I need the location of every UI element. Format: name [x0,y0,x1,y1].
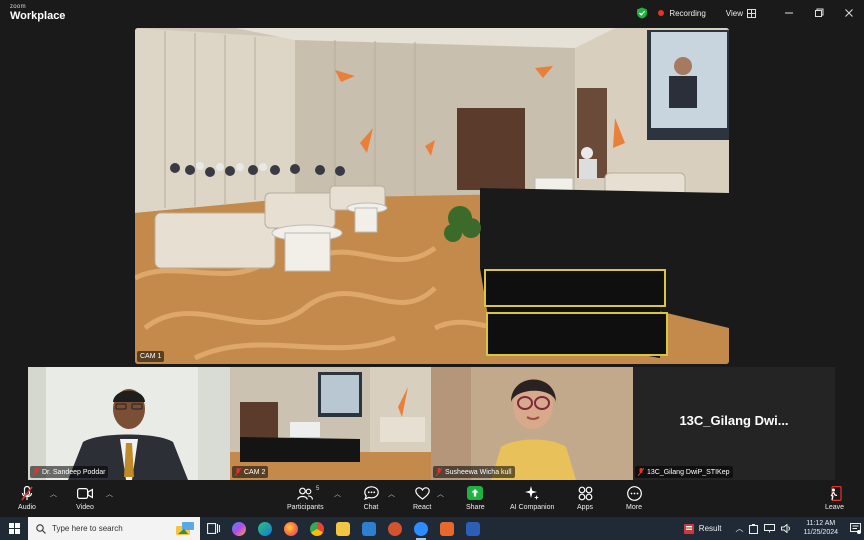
network-icon[interactable] [764,524,776,533]
participants-icon [297,487,314,500]
mic-muted-icon [436,468,442,476]
copilot-icon [232,521,246,536]
participant-name-label: Dr. Sandeep Poddar [30,466,109,478]
meeting-controls: Audio ︿ Video ︿ Participants 5 ︿ Chat ︿ … [0,483,864,517]
participant-display-name: 13C_Gilang Dwi... [679,413,789,428]
edge-icon [258,521,272,536]
word-icon [466,521,480,536]
react-options-chevron-icon[interactable]: ︿ [437,489,444,499]
firefox-icon [284,521,298,536]
taskbar-app-paint[interactable] [356,517,382,540]
taskbar-app-powerpoint[interactable] [382,517,408,540]
participant-tile[interactable]: Susheewa Wicha kull [431,367,633,480]
tray-result-text[interactable]: Result [699,524,722,533]
windows-logo-icon [8,523,20,534]
mic-muted-icon [235,468,241,476]
participants-options-chevron-icon[interactable]: ︿ [334,489,341,499]
taskbar-app-chrome[interactable] [304,517,330,540]
minimize-button[interactable] [774,0,804,26]
ai-companion-button[interactable]: AI Companion [510,485,554,511]
video-button[interactable]: Video [76,485,94,511]
folder-icon [336,521,350,536]
taskbar-app-office[interactable] [434,517,460,540]
view-button[interactable]: View [726,8,756,18]
start-button[interactable] [0,517,28,540]
paint-icon [362,521,376,536]
taskbar-search-box[interactable]: Type here to search [28,517,200,540]
participant-tile[interactable]: 13C_Gilang Dwi... 13C_Gilang DwiP_STIKep [633,367,835,480]
shield-icon[interactable] [636,7,648,19]
mic-muted-icon [638,468,644,476]
taskbar-app-file-explorer[interactable] [330,517,356,540]
restore-icon [815,8,824,17]
participant-name-label: CAM 2 [232,466,269,478]
search-icon [36,523,46,534]
zoom-logo: zoom Workplace [10,4,66,22]
taskbar-app-firefox[interactable] [278,517,304,540]
main-video-feed[interactable]: CAM 1 [135,28,729,364]
close-button[interactable] [834,0,864,26]
taskbar-app-edge[interactable] [252,517,278,540]
chrome-icon [310,521,324,536]
powerpoint-icon [388,521,402,536]
task-view-icon [206,523,220,534]
more-icon [626,485,642,501]
grid-icon [747,8,756,18]
windows-taskbar: Type here to search Result ︿ 11:12 AM 11… [0,517,864,540]
participant-tile[interactable]: CAM 2 [230,367,431,480]
taskbar-app-word[interactable] [460,517,486,540]
recording-dot-icon [658,10,665,16]
taskbar-app-copilot[interactable] [226,517,252,540]
react-button[interactable]: React [413,485,431,511]
system-tray: Result ︿ 11:12 AM 11/25/2024 [683,517,864,540]
search-highlight-icon [176,522,194,535]
participant-video [431,367,633,480]
title-bar: zoom Workplace Recording View [0,0,864,26]
participant-name-label: 13C_Gilang DwiP_STIKep [635,466,733,478]
notification-icon [849,523,861,534]
chat-options-chevron-icon[interactable]: ︿ [388,489,395,499]
minimize-icon [785,12,793,14]
mic-muted-icon [21,485,33,500]
sparkle-icon [525,486,540,500]
chat-button[interactable]: Chat [362,485,380,511]
participant-video [28,367,230,480]
gallery-strip: Dr. Sandeep Poddar CAM 2 Susheewa Wicha … [28,367,835,480]
leave-icon [830,485,842,501]
conference-hall-scene [135,28,729,364]
heart-icon [414,486,430,500]
recording-label[interactable]: Recording [669,9,705,18]
battery-icon[interactable] [749,523,759,534]
news-icon[interactable] [683,523,694,534]
more-button[interactable]: More [625,485,643,511]
taskbar-app-zoom[interactable] [408,517,434,540]
camera-icon [77,487,93,499]
main-video-label: CAM 1 [137,351,165,362]
zoom-window: zoom Workplace Recording View CAM 1 Dr. … [0,0,864,540]
participants-count: 5 [316,486,320,492]
video-options-chevron-icon[interactable]: ︿ [106,489,113,499]
share-button[interactable]: Share [466,485,485,511]
close-icon [845,9,853,17]
office-icon [440,521,454,536]
participant-video [230,367,431,480]
zoom-icon [414,521,428,536]
apps-icon [578,486,592,500]
taskbar-clock[interactable]: 11:12 AM 11/25/2024 [803,520,838,536]
leave-button[interactable]: Leave [825,485,844,511]
notifications-button[interactable] [846,517,864,540]
tray-overflow-chevron-icon[interactable]: ︿ [735,523,743,534]
apps-button[interactable]: Apps [576,485,594,511]
audio-options-chevron-icon[interactable]: ︿ [50,489,57,499]
share-screen-icon [467,486,484,500]
mic-muted-icon [33,468,39,476]
chat-icon [363,486,379,500]
maximize-button[interactable] [804,0,834,26]
task-view-button[interactable] [200,517,226,540]
volume-icon[interactable] [781,524,791,533]
search-placeholder: Type here to search [52,524,123,533]
participant-tile[interactable]: Dr. Sandeep Poddar [28,367,230,480]
audio-button[interactable]: Audio [18,485,36,511]
participant-name-label: Susheewa Wicha kull [433,466,515,478]
